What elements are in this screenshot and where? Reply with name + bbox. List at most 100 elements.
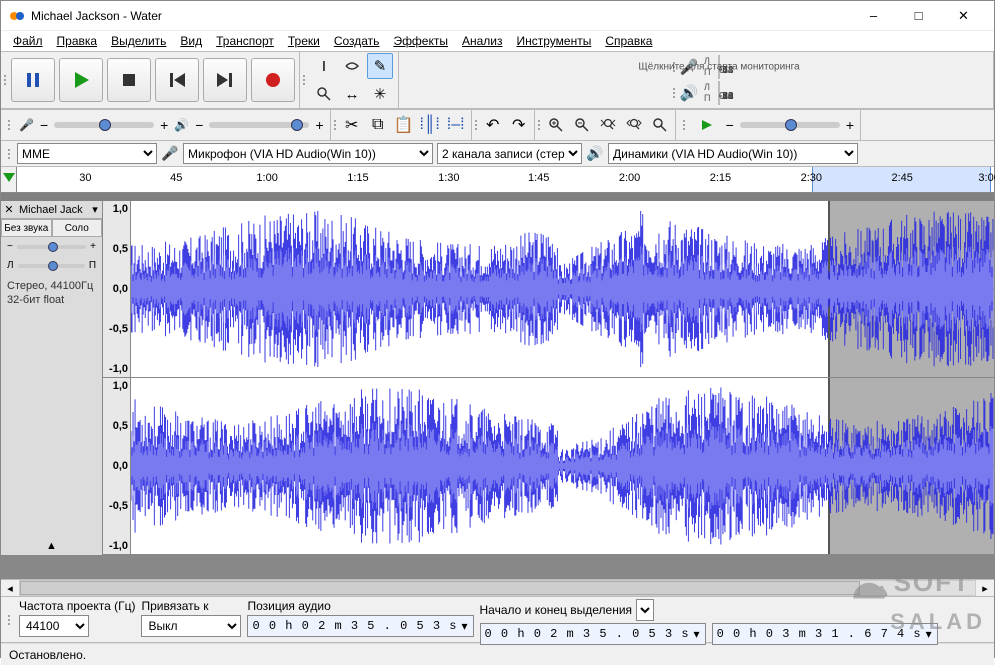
selection-start-display[interactable]: 0 0 h 0 2 m 3 5 . 0 5 3 s▾ — [480, 623, 706, 645]
timeshift-tool[interactable]: ↔ — [339, 81, 365, 107]
toolbar-grip[interactable] — [7, 110, 13, 140]
trim-button[interactable]: ⁞║⁞ — [417, 112, 443, 138]
toolbar-grip[interactable] — [333, 112, 339, 138]
timeline-ruler[interactable]: 30 45 1:00 1:15 1:30 1:45 2:00 2:15 2:30… — [1, 167, 994, 193]
selection-toolbar: Частота проекта (Гц) 44100 Привязать к В… — [1, 597, 994, 643]
minimize-button[interactable]: – — [851, 1, 896, 31]
cut-button[interactable]: ✂ — [339, 112, 365, 138]
undo-button[interactable]: ↶ — [480, 112, 506, 138]
snap-select[interactable]: Выкл — [141, 615, 241, 637]
scroll-thumb[interactable] — [20, 581, 860, 595]
menu-effects[interactable]: Эффекты — [387, 33, 454, 49]
scroll-right-button[interactable]: ▸ — [976, 582, 994, 595]
menu-view[interactable]: Вид — [174, 33, 208, 49]
speaker-icon[interactable]: 🔊 — [678, 82, 700, 104]
playback-meter[interactable]: -54 -48 -42 -36 -30 -24 -18 -12 -6 0 — [718, 81, 720, 105]
menu-generate[interactable]: Создать — [328, 33, 386, 49]
skip-start-button[interactable] — [155, 58, 199, 102]
edit-toolbar: ✂ ⧉ 📋 ⁞║⁞ ⁞‒⁞ — [331, 110, 472, 140]
menu-bar: Файл Правка Выделить Вид Транспорт Треки… — [1, 31, 994, 51]
toolbar-grip[interactable] — [474, 112, 480, 138]
menu-edit[interactable]: Правка — [51, 33, 104, 49]
zoom-in-button[interactable] — [543, 112, 569, 138]
audio-position-display[interactable]: 0 0 h 0 2 m 3 5 . 0 5 3 s▾ — [247, 615, 473, 637]
playback-speed-slider[interactable] — [740, 122, 840, 128]
zoom-tool[interactable] — [311, 81, 337, 107]
zoom-toggle-button[interactable] — [647, 112, 673, 138]
meters-toolbar: 🎤 ЛП -54 -48 Щёлкните для старта монитор… — [399, 52, 994, 108]
redo-button[interactable]: ↷ — [506, 112, 532, 138]
toolbar-primary: I ✎ ↔ ✳ 🎤 ЛП -54 -48 Щёлкните для старта… — [1, 51, 994, 109]
project-rate-label: Частота проекта (Гц) — [19, 599, 135, 613]
window-controls: – □ ✕ — [851, 1, 986, 31]
multi-tool[interactable]: ✳ — [367, 81, 393, 107]
menu-analyze[interactable]: Анализ — [456, 33, 509, 49]
play-button[interactable] — [59, 58, 103, 102]
track-gain-slider[interactable] — [17, 245, 86, 249]
track-pan-slider[interactable] — [18, 264, 85, 268]
copy-button[interactable]: ⧉ — [365, 112, 391, 138]
playback-device-select[interactable]: Динамики (VIA HD Audio(Win 10)) — [608, 143, 858, 164]
close-button[interactable]: ✕ — [941, 1, 986, 31]
selection-mode-select[interactable] — [636, 599, 654, 621]
track-menu-button[interactable]: ▾ — [88, 203, 102, 216]
amplitude-ruler: 1,00,50,0-0,5-1,0 1,00,50,0-0,5-1,0 — [103, 201, 131, 555]
skip-end-button[interactable] — [203, 58, 247, 102]
toolbar-secondary: 🎤 −+ 🔊 −+ ✂ ⧉ 📋 ⁞║⁞ ⁞‒⁞ ↶ ↷ −+ — [1, 109, 994, 141]
pause-button[interactable] — [11, 58, 55, 102]
menu-select[interactable]: Выделить — [105, 33, 172, 49]
solo-button[interactable]: Соло — [52, 219, 103, 237]
speaker-icon: 🔊 — [174, 118, 189, 132]
fit-selection-button[interactable] — [595, 112, 621, 138]
undo-toolbar: ↶ ↷ — [472, 110, 535, 140]
record-device-select[interactable]: Микрофон (VIA HD Audio(Win 10)) — [183, 143, 433, 164]
menu-tracks[interactable]: Треки — [282, 33, 326, 49]
waveform-display[interactable] — [131, 201, 994, 555]
zoom-out-button[interactable] — [569, 112, 595, 138]
envelope-tool[interactable] — [339, 53, 365, 79]
record-button[interactable] — [251, 58, 295, 102]
menu-file[interactable]: Файл — [7, 33, 49, 49]
audio-host-select[interactable]: MME — [17, 143, 157, 164]
toolbar-grip[interactable] — [682, 110, 688, 140]
speaker-icon: 🔊 — [586, 145, 604, 162]
toolbar-grip[interactable] — [537, 112, 543, 138]
app-icon — [9, 8, 25, 24]
mute-button[interactable]: Без звука — [1, 219, 52, 237]
track-collapse-button[interactable]: ▲ — [1, 537, 102, 555]
stop-button[interactable] — [107, 58, 151, 102]
selection-tool[interactable]: I — [311, 53, 337, 79]
toolbar-grip[interactable] — [3, 54, 9, 106]
window-title: Michael Jackson - Water — [31, 9, 851, 23]
play-speed-toolbar: −+ — [676, 110, 861, 140]
record-volume-slider[interactable] — [54, 122, 154, 128]
project-rate-select[interactable]: 44100 — [19, 615, 89, 637]
mixer-toolbar: 🎤 −+ 🔊 −+ — [1, 110, 331, 140]
playback-volume-slider[interactable] — [209, 122, 309, 128]
track-name[interactable]: Michael Jack — [17, 204, 88, 216]
fit-project-button[interactable] — [621, 112, 647, 138]
track-control-panel: ✕ Michael Jack ▾ Без звука Соло −+ ЛП Ст… — [1, 201, 103, 555]
horizontal-scrollbar[interactable]: ◂ ▸ — [1, 579, 994, 597]
mic-icon: 🎤 — [161, 145, 179, 162]
toolbar-grip[interactable] — [7, 143, 13, 164]
scroll-left-button[interactable]: ◂ — [1, 582, 19, 595]
maximize-button[interactable]: □ — [896, 1, 941, 31]
play-at-speed-button[interactable] — [694, 112, 720, 138]
track-close-button[interactable]: ✕ — [1, 203, 17, 216]
snap-label: Привязать к — [141, 599, 241, 613]
record-channels-select[interactable]: 2 канала записи (стерео) — [437, 143, 582, 164]
toolbar-grip[interactable] — [7, 599, 13, 640]
zoom-toolbar — [535, 110, 676, 140]
draw-tool[interactable]: ✎ — [367, 53, 393, 79]
timeline-quickplay-icon[interactable] — [1, 167, 17, 192]
paste-button[interactable]: 📋 — [391, 112, 417, 138]
record-meter[interactable]: -54 -48 Щёлкните для старта мониторинга … — [718, 55, 720, 79]
device-toolbar: MME 🎤 Микрофон (VIA HD Audio(Win 10)) 2 … — [1, 141, 994, 167]
menu-help[interactable]: Справка — [599, 33, 658, 49]
silence-button[interactable]: ⁞‒⁞ — [443, 112, 469, 138]
track-format-info: Стерео, 44100Гц 32-бит float — [1, 275, 102, 311]
menu-transport[interactable]: Транспорт — [210, 33, 280, 49]
menu-tools[interactable]: Инструменты — [511, 33, 598, 49]
selection-end-display[interactable]: 0 0 h 0 3 m 3 1 . 6 7 4 s▾ — [712, 623, 938, 645]
